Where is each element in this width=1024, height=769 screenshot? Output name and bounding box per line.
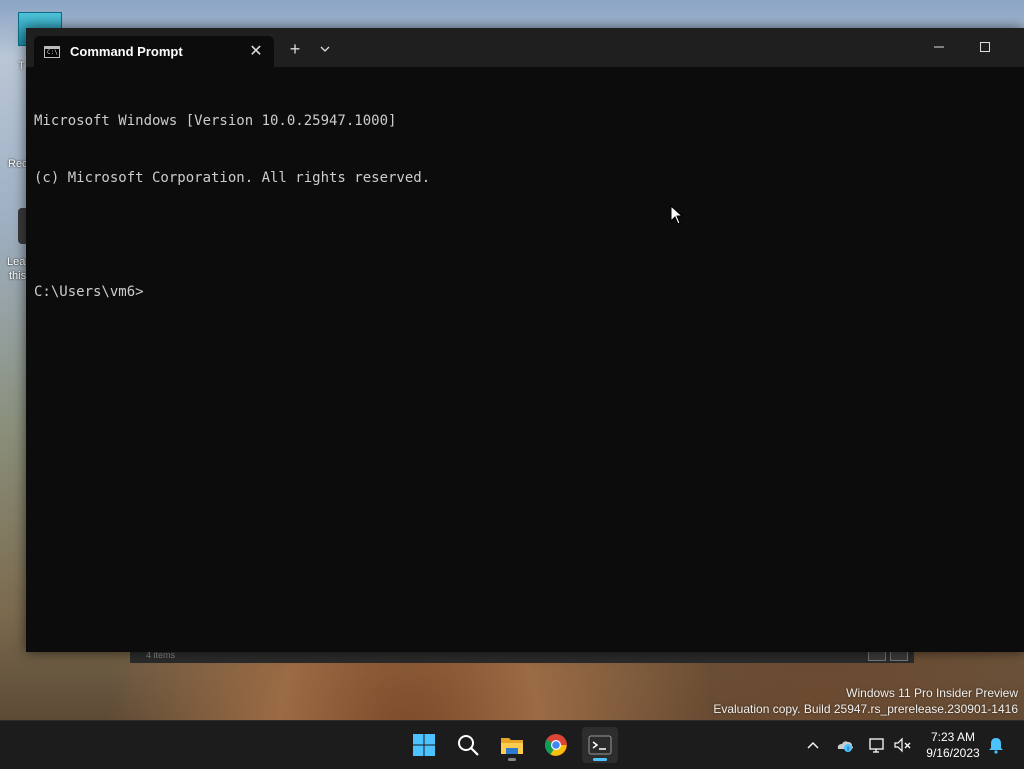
network-icon[interactable]	[867, 735, 887, 755]
tab-command-prompt[interactable]: C:\ Command Prompt ✕	[34, 36, 274, 67]
minimize-button[interactable]	[924, 36, 954, 58]
start-button[interactable]	[406, 727, 442, 763]
console-prompt[interactable]: C:\Users\vm6>	[34, 283, 1014, 302]
terminal-button[interactable]	[582, 727, 618, 763]
clock-time: 7:23 AM	[930, 730, 976, 744]
console-output[interactable]: Microsoft Windows [Version 10.0.25947.10…	[34, 74, 1014, 340]
svg-text:i: i	[847, 747, 848, 753]
tab-title: Command Prompt	[70, 44, 183, 59]
details-view-icon[interactable]	[868, 651, 886, 661]
recycle-bin-label: Rec	[8, 158, 28, 170]
start-icon	[413, 734, 435, 756]
mouse-pointer-icon	[670, 205, 684, 225]
console-line: (c) Microsoft Corporation. All rights re…	[34, 170, 431, 186]
watermark-edition: Windows 11 Pro Insider Preview	[846, 686, 1018, 700]
terminal-icon	[588, 735, 612, 755]
chevron-up-icon[interactable]	[803, 735, 823, 755]
search-icon	[458, 735, 479, 756]
clock[interactable]: 7:23 AM 9/16/2023	[920, 729, 986, 761]
watermark-build: Evaluation copy. Build 25947.rs_prerelea…	[713, 702, 1018, 716]
learn-label: Lea	[7, 256, 26, 268]
tab-dropdown-button[interactable]	[314, 38, 336, 60]
terminal-window[interactable]: C:\ Command Prompt ✕ + Microsoft Windows…	[26, 28, 1024, 652]
chrome-icon	[545, 734, 567, 756]
active-indicator	[593, 758, 607, 761]
maximize-icon	[980, 42, 990, 52]
file-explorer-icon	[501, 738, 523, 754]
chevron-down-icon	[320, 46, 330, 52]
command-prompt-icon: C:\	[44, 45, 60, 58]
taskbar: i 7:23 AM 9/16/2023	[0, 720, 1024, 769]
chrome-button[interactable]	[538, 727, 574, 763]
volume-muted-icon[interactable]	[893, 735, 913, 755]
new-tab-button[interactable]: +	[284, 38, 306, 60]
onedrive-icon[interactable]: i	[835, 735, 855, 755]
close-tab-button[interactable]: ✕	[246, 42, 266, 62]
console-line: Microsoft Windows [Version 10.0.25947.10…	[34, 113, 397, 129]
search-button[interactable]	[450, 727, 486, 763]
clock-date: 9/16/2023	[926, 746, 980, 760]
tiles-view-icon[interactable]	[890, 651, 908, 661]
file-explorer-button[interactable]	[494, 727, 530, 763]
title-bar[interactable]: C:\ Command Prompt ✕ +	[26, 28, 1024, 67]
notification-bell-icon[interactable]	[986, 735, 1006, 755]
running-indicator	[508, 758, 516, 761]
maximize-button[interactable]	[970, 36, 1000, 58]
minimize-icon	[934, 46, 944, 48]
